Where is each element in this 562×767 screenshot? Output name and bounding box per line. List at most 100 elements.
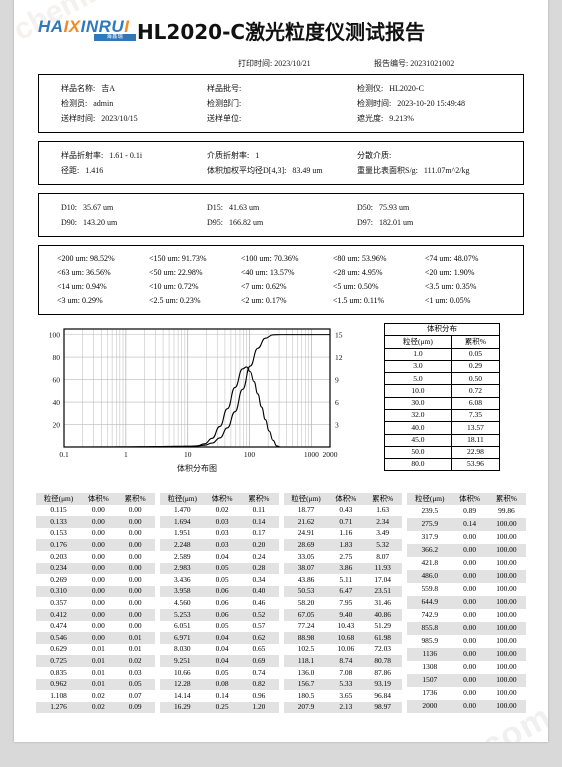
volume-pct-cell: 0.00	[463, 610, 477, 620]
percentile-entry: <74 um: 48.07%	[407, 252, 499, 266]
data-table-group: 粒径(μm) 体积% 累积% 239.5 0.89 99.86 275.9 0.14 100.0…	[407, 493, 526, 714]
optical-params-box: 样品折射率: 1.61 - 0.1i 介质折射率: 1 分散介质: 径距: 1.416…	[38, 141, 524, 185]
size-cell: 0.629	[50, 644, 67, 654]
medium-refractive-label: 介质折射率:	[207, 151, 250, 160]
y-axis-right-tick-label: 15	[335, 331, 343, 340]
cumulative-pct-cell: 0.57	[252, 621, 266, 631]
sample-info-box: 样品名称: 吉A 样品批号: 检测仪: HL2020-C 检测员: admin 检测部…	[38, 74, 524, 133]
size-cell: 742.9	[421, 610, 439, 620]
percentile-row: <14 um: 0.94% <10 um: 0.72% <7 um: 0.62% <5…	[39, 280, 523, 294]
table-row: 30.0 6.08	[384, 396, 501, 410]
cumulative-pct-cell: 5.32	[363, 539, 403, 551]
percentile-value: 0.50%	[355, 282, 379, 291]
table-row: 58.20 7.95 31.46	[284, 597, 403, 609]
volume-pct-cell: 0.00	[452, 569, 487, 583]
volume-pct-cell: 7.95	[339, 597, 353, 607]
size-cell: 1507	[407, 674, 453, 688]
cumulative-pct-cell: 1.63	[376, 505, 390, 515]
percentile-value: 0.35%	[453, 282, 477, 291]
volume-pct-cell: 0.14	[215, 690, 229, 700]
operator-field: 检测员: admin	[39, 97, 207, 110]
percentile-entry: <1 um: 0.05%	[407, 294, 499, 308]
volume-pct-cell: 0.00	[452, 543, 487, 557]
cumulative-pct-cell: 0.01	[128, 644, 142, 654]
d95-field: D95: 166.82 um	[207, 216, 357, 229]
percentile-row: <3 um: 0.29% <2.5 um: 0.23% <2 um: 0.17% <1…	[39, 294, 523, 308]
print-time-label: 打印时间:	[238, 59, 273, 68]
volume-pct-cell: 0.00	[463, 662, 477, 672]
table-row: 18.77 0.43 1.63	[284, 505, 403, 517]
volume-pct-cell: 0.00	[91, 574, 105, 584]
size-cell: 421.8	[421, 558, 439, 568]
submit-time-label: 送样时间:	[61, 114, 96, 123]
column-header: 粒径(μm)	[407, 493, 453, 505]
size-cell: 985.9	[421, 636, 439, 646]
size-cell: 6.971	[159, 632, 205, 644]
size-cell: 88.98	[283, 632, 329, 644]
table-row: 2.983 0.05 0.28	[159, 562, 279, 575]
size-cell: 14.14	[173, 690, 191, 700]
column-header: 体积%	[81, 493, 116, 505]
cumulative-pct-cell: 0.40	[239, 585, 279, 598]
cumulative-pct-cell: 100.00	[486, 595, 526, 609]
table-row: 136.0 7.08 87.86	[284, 667, 403, 679]
size-cell: 2.983	[159, 562, 205, 575]
x-axis-tick-label: 0.1	[59, 450, 69, 459]
operator-label: 检测员:	[61, 99, 88, 108]
size-cell: 16.29	[159, 701, 205, 714]
d10-label: D10:	[61, 203, 77, 212]
cumulative-pct-cell: 100.00	[486, 674, 526, 688]
size-cell: 0.310	[36, 585, 82, 598]
plot-frame	[63, 328, 331, 448]
table-row: 粒径(μm) 体积% 累积%	[36, 493, 155, 505]
size-cell: 43.86	[297, 574, 315, 584]
volume-pct-cell: 2.75	[339, 551, 353, 561]
size-cell: 366.2	[407, 543, 453, 557]
d97-label: D97:	[357, 218, 373, 227]
volume-pct-cell: 0.06	[204, 608, 240, 621]
cumulative-pct-cell: 0.65	[252, 644, 266, 654]
volume-pct-cell: 0.00	[452, 647, 487, 661]
y-axis-left-tick-label: 20	[53, 421, 61, 430]
department-field: 检测部门:	[207, 97, 357, 110]
table-row: 1507 0.00 100.00	[407, 674, 526, 688]
volume-pct-cell: 8.74	[328, 655, 364, 667]
report-header: HAIXINRUI 海鑫瑞 HL2020-C激光粒度仪测试报告	[14, 0, 548, 56]
cumulative-pct-cell: 0.01	[115, 632, 155, 644]
table-row: 156.7 5.33 93.19	[283, 678, 403, 691]
size-cell: 10.66	[173, 667, 191, 677]
test-time-value: 2023-10-20 15:49:48	[397, 99, 466, 108]
size-cell: 58.20	[297, 597, 315, 607]
cumulative-pct-cell: 0.00	[128, 574, 142, 584]
cumulative-pct-cell: 100.00	[486, 543, 526, 557]
table-row: 0.412 0.00 0.00	[36, 608, 155, 621]
volume-pct-cell: 0.04	[215, 644, 229, 654]
cumulative-pct-cell: 93.19	[363, 678, 403, 691]
size-cell: 1.694	[159, 516, 205, 528]
table-row: 1.0 0.05	[384, 347, 501, 361]
cumulative-pct-cell: 23.51	[363, 585, 403, 598]
size-cell: 317.9	[421, 531, 439, 541]
size-cell: 486.0	[407, 569, 453, 583]
size-cell: 0.234	[36, 562, 82, 575]
size-cell: 21.62	[283, 516, 329, 528]
table-row: 3.958 0.06 0.40	[159, 585, 279, 598]
table-row: 742.9 0.00 100.00	[407, 609, 526, 622]
page-title: HL2020-C激光粒度仪测试报告	[136, 20, 426, 44]
percentile-entry: <2.5 um: 0.23%	[131, 294, 223, 308]
table-row: 粒径(μm) 体积% 累积%	[407, 493, 526, 505]
department-label: 检测部门:	[207, 99, 242, 108]
report-no-label: 报告编号:	[374, 59, 409, 68]
table-row: 38.07 3.86 11.93	[283, 562, 403, 575]
table-row: 275.9 0.14 100.00	[407, 517, 526, 531]
table-row: 0.133 0.00 0.00	[36, 516, 155, 528]
vol-cum-cell: 13.57	[450, 421, 501, 435]
cumulative-pct-cell: 87.86	[374, 667, 391, 677]
cumulative-pct-cell: 2.34	[363, 516, 403, 528]
x-axis-label: 体积分布图	[177, 463, 217, 473]
percentile-label: <2.5 um:	[148, 296, 178, 305]
cumulative-pct-cell: 100.00	[496, 610, 517, 620]
table-row: 985.9 0.00 100.00	[407, 635, 526, 648]
submit-unit-field: 送样单位:	[207, 112, 357, 125]
cumulative-pct-cell: 3.49	[376, 528, 390, 538]
